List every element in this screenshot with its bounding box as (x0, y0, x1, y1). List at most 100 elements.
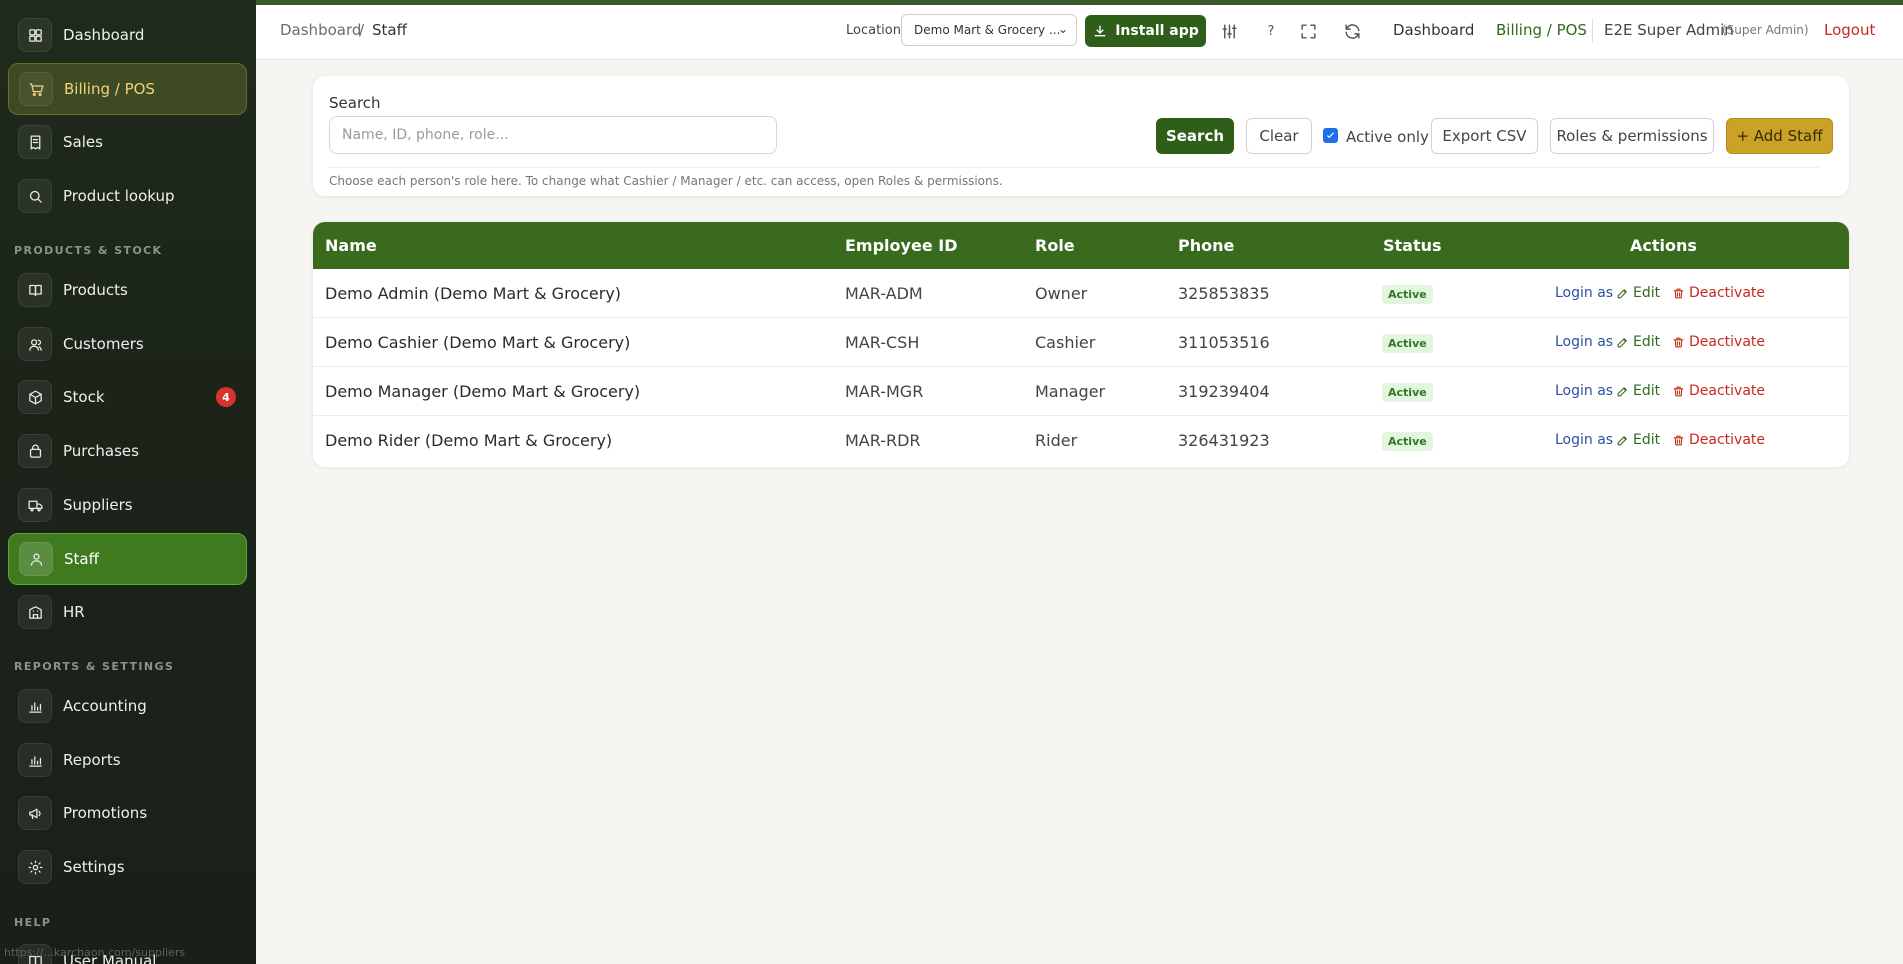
sidebar-item-promotions[interactable]: Promotions (8, 787, 247, 839)
sidebar-item-product-lookup[interactable]: Product lookup (8, 170, 247, 222)
topbar-divider (1592, 19, 1593, 43)
staff-name: Demo Rider (Demo Mart & Grocery) (325, 431, 613, 450)
staff-phone: 311053516 (1178, 333, 1270, 352)
export-csv-button[interactable]: Export CSV (1431, 118, 1538, 154)
staff-phone: 319239404 (1178, 382, 1270, 401)
sidebar-item-staff[interactable]: Staff (8, 533, 247, 585)
edit-icon (1617, 435, 1627, 445)
edit-icon (1617, 386, 1627, 396)
column-header-phone: Phone (1178, 236, 1235, 255)
sidebar-item-label: Dashboard (63, 26, 145, 44)
truck-icon (18, 488, 52, 522)
sidebar-item-billing-pos[interactable]: Billing / POS (8, 63, 247, 115)
sidebar-item-dashboard[interactable]: Dashboard (8, 9, 247, 61)
edit-label: Edit (1633, 285, 1661, 301)
deactivate-label: Deactivate (1689, 432, 1766, 448)
status-bar-url: https://...karchaon.com/suppliers (4, 946, 186, 959)
deactivate-link[interactable]: Deactivate (1672, 285, 1765, 301)
section-label-reports-settings: REPORTS & SETTINGS (14, 660, 175, 673)
sidebar-item-products[interactable]: Products (8, 264, 247, 316)
employee-id: MAR-MGR (845, 382, 924, 401)
login-as-link[interactable]: Login as (1555, 383, 1613, 399)
column-header-role: Role (1035, 236, 1075, 255)
sidebar-item-sales[interactable]: Sales (8, 116, 247, 168)
breadcrumb-separator: / (359, 21, 365, 39)
sidebar-item-label: Customers (63, 335, 144, 353)
sidebar-item-label: Suppliers (63, 496, 133, 514)
edit-label: Edit (1633, 432, 1661, 448)
sidebar-item-purchases[interactable]: Purchases (8, 425, 247, 477)
clear-button[interactable]: Clear (1246, 118, 1312, 154)
topbar-dashboard-link[interactable]: Dashboard (1393, 21, 1474, 39)
column-header-status: Status (1383, 236, 1442, 255)
chevron-down-icon: ⌄ (1057, 22, 1068, 36)
column-header-employee-id: Employee ID (845, 236, 958, 255)
sidebar-item-suppliers[interactable]: Suppliers (8, 479, 247, 531)
fullscreen-icon[interactable] (1297, 20, 1319, 42)
trash-icon (1673, 288, 1684, 298)
sliders-icon[interactable] (1218, 20, 1240, 42)
receipt-icon (18, 125, 52, 159)
refresh-icon[interactable] (1341, 20, 1363, 42)
column-header-name: Name (325, 236, 377, 255)
sidebar-item-label: Reports (63, 751, 121, 769)
building-icon (18, 595, 52, 629)
edit-label: Edit (1633, 383, 1661, 399)
sidebar-item-customers[interactable]: Customers (8, 318, 247, 370)
deactivate-link[interactable]: Deactivate (1672, 432, 1765, 448)
deactivate-link[interactable]: Deactivate (1672, 334, 1765, 350)
status-badge: Active (1382, 285, 1433, 304)
status-badge: Active (1382, 334, 1433, 353)
add-staff-button[interactable]: + Add Staff (1726, 118, 1833, 154)
trash-icon (1673, 337, 1684, 347)
sidebar-item-stock[interactable]: Stock 4 (8, 371, 247, 423)
sidebar-item-label: HR (63, 603, 85, 621)
sidebar-item-accounting[interactable]: Accounting (8, 680, 247, 732)
edit-icon (1617, 337, 1627, 347)
edit-link[interactable]: Edit (1616, 285, 1660, 301)
box-icon (18, 380, 52, 414)
sidebar-item-label: Sales (63, 133, 103, 151)
edit-link[interactable]: Edit (1616, 383, 1660, 399)
sidebar-item-settings[interactable]: Settings (8, 841, 247, 893)
location-select[interactable]: Demo Mart & Grocery ... ⌄ (901, 14, 1077, 46)
topbar-billing-link[interactable]: Billing / POS (1496, 21, 1587, 39)
sidebar-item-label: Settings (63, 858, 125, 876)
location-value: Demo Mart & Grocery ... (914, 23, 1061, 37)
active-only-label[interactable]: Active only (1346, 128, 1429, 146)
search-hint: Choose each person's role here. To chang… (329, 167, 1819, 188)
login-as-link[interactable]: Login as (1555, 285, 1613, 301)
active-only-checkbox[interactable] (1323, 128, 1338, 143)
megaphone-icon (18, 796, 52, 830)
breadcrumb-dashboard[interactable]: Dashboard (280, 21, 361, 39)
section-label-products-stock: PRODUCTS & STOCK (14, 244, 163, 257)
dashboard-icon (18, 18, 52, 52)
breadcrumb-current: Staff (372, 21, 407, 39)
users-icon (18, 327, 52, 361)
bar-chart-icon (18, 743, 52, 777)
status-badge: Active (1382, 432, 1433, 451)
current-user-name: E2E Super Admin (1604, 21, 1734, 39)
employee-id: MAR-ADM (845, 284, 923, 303)
sidebar-item-label: Billing / POS (64, 80, 155, 98)
login-as-link[interactable]: Login as (1555, 432, 1613, 448)
download-icon (1094, 25, 1106, 37)
staff-role: Manager (1035, 382, 1106, 401)
deactivate-link[interactable]: Deactivate (1672, 383, 1765, 399)
help-icon[interactable]: ? (1260, 20, 1282, 42)
staff-role: Cashier (1035, 333, 1096, 352)
sidebar-item-hr[interactable]: HR (8, 586, 247, 638)
edit-link[interactable]: Edit (1616, 432, 1660, 448)
sidebar-item-reports[interactable]: Reports (8, 734, 247, 786)
login-as-link[interactable]: Login as (1555, 334, 1613, 350)
search-input[interactable] (329, 116, 777, 154)
table-row: Demo Admin (Demo Mart & Grocery) MAR-ADM… (313, 269, 1849, 318)
section-label-help: HELP (14, 916, 52, 929)
edit-link[interactable]: Edit (1616, 334, 1660, 350)
logout-link[interactable]: Logout (1824, 21, 1875, 39)
search-button[interactable]: Search (1156, 118, 1234, 154)
roles-permissions-button[interactable]: Roles & permissions (1550, 118, 1714, 154)
edit-label: Edit (1633, 334, 1661, 350)
install-app-button[interactable]: Install app (1085, 15, 1206, 47)
employee-id: MAR-RDR (845, 431, 921, 450)
